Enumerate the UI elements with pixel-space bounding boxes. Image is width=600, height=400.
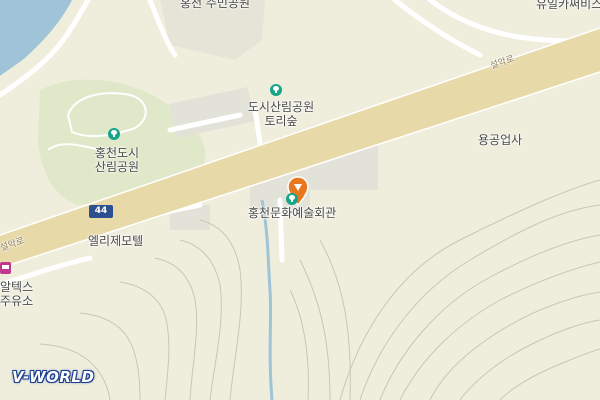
map-label-line: 산림공원 [94, 160, 140, 174]
map-label-line: 도시산림공원 [247, 100, 315, 114]
map-label: 홍천 주민공원 [180, 0, 251, 10]
river [0, 0, 72, 76]
map-label: 알텍스 주유소 [0, 280, 33, 308]
map-label: 도시산림공원 토리숲 [236, 100, 326, 128]
venue-icon [286, 193, 298, 205]
park-icon [108, 128, 120, 140]
map-label: 홍천도시 산림공원 [72, 146, 162, 174]
logo: V-WORLD [12, 368, 95, 386]
map-label-line: 홍천도시 [94, 146, 140, 160]
map-label: 홍천문화예술회관 [248, 206, 337, 220]
map-label-line: 알텍스 [0, 280, 34, 294]
bus-icon [0, 262, 11, 274]
park-icon [270, 84, 282, 96]
map-label-line: 주유소 [0, 294, 34, 308]
map-label: 엘리제모텔 [88, 234, 144, 248]
route-shield-icon: 44 [89, 205, 113, 218]
stream [260, 199, 274, 400]
map-view[interactable]: 44 홍천 주민공원 유일카써비스 도시산림공원 토리숲 홍천도시 산림공원 용… [0, 0, 600, 400]
map-label-line: 토리숲 [264, 114, 298, 128]
map-label: 유일카써비스 [536, 0, 600, 11]
map-label: 용공업사 [478, 133, 523, 147]
